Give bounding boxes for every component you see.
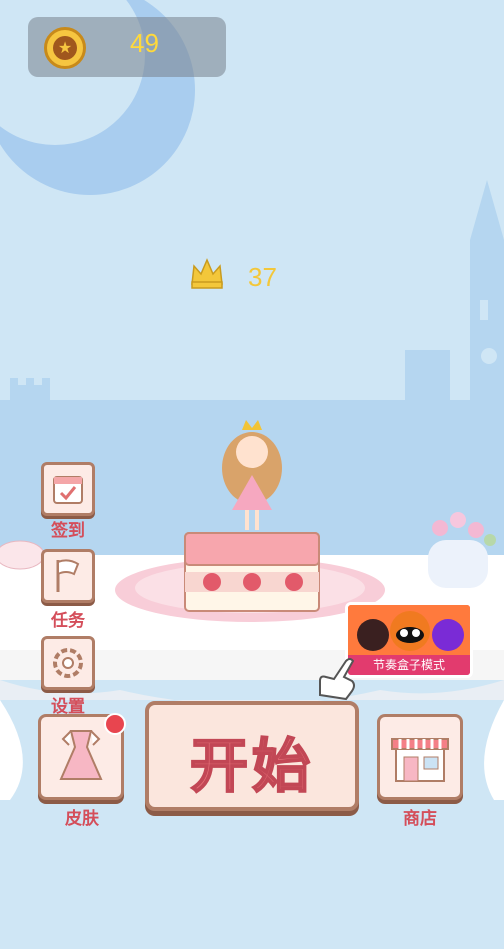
rhythm-box-mode-label: 节奏盒子模式: [348, 655, 470, 675]
tasks-label: 任务: [51, 611, 85, 631]
skin-label: 皮肤: [65, 809, 99, 829]
flag-icon: [56, 559, 80, 592]
calendar-icon: [53, 476, 83, 504]
start-label: 开始: [189, 731, 314, 801]
crown-icon: [191, 258, 223, 289]
coin-icon: ★: [44, 27, 86, 69]
gear-icon: [53, 648, 83, 678]
rhythm-box-mode-banner[interactable]: 节奏盒子模式: [345, 602, 473, 678]
pointing-hand-icon: [319, 658, 355, 701]
shop-button[interactable]: [377, 714, 463, 800]
tasks-button[interactable]: [41, 549, 95, 603]
checkin-label: 签到: [51, 521, 85, 541]
coin-count: 49: [130, 28, 159, 58]
settings-button[interactable]: [41, 636, 95, 690]
rhythm-characters-icon: [348, 605, 470, 659]
checkin-button[interactable]: [41, 462, 95, 516]
shop-icon: [391, 738, 449, 782]
notification-badge: [104, 713, 126, 735]
crown-count: 37: [248, 262, 277, 292]
shop-label: 商店: [403, 809, 437, 829]
start-button[interactable]: 开始: [145, 701, 359, 811]
